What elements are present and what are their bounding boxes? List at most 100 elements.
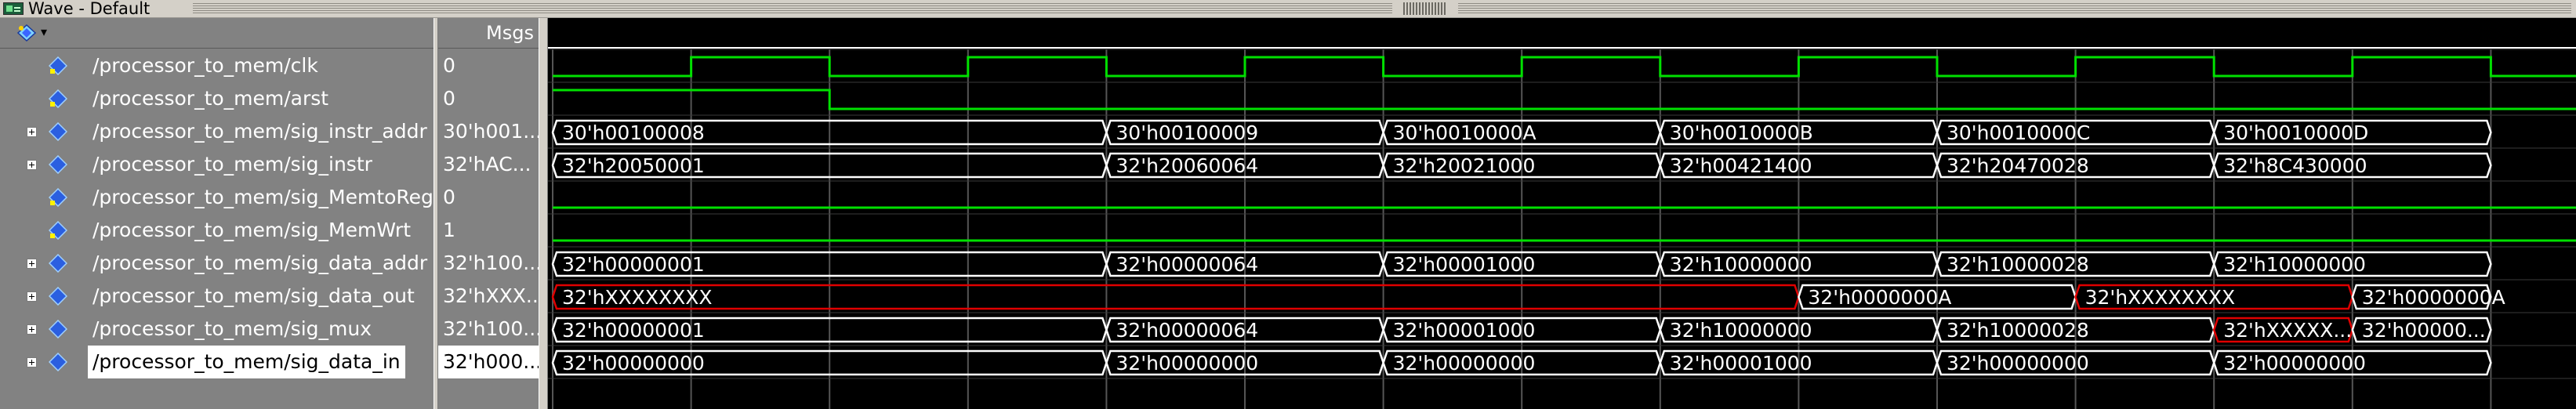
signal-name[interactable]: /processor_to_mem/sig_data_out bbox=[93, 280, 415, 313]
signal-row[interactable]: /processor_to_mem/clk bbox=[0, 49, 434, 82]
sig_mux-segment-label: 32'h00000001 bbox=[562, 319, 705, 342]
sig_data_addr-segment-label: 32'h00000064 bbox=[1116, 253, 1258, 276]
sig_data_addr-segment-label: 32'h00000001 bbox=[562, 253, 705, 276]
signal-value: 32'h100... bbox=[443, 252, 539, 274]
signal-row[interactable]: /processor_to_mem/sig_mux bbox=[0, 313, 434, 346]
arst-wave bbox=[553, 89, 2576, 110]
signal-bus-icon bbox=[49, 320, 67, 338]
clk-wave bbox=[553, 56, 2576, 78]
value-wave-divider[interactable] bbox=[539, 18, 548, 409]
signal-bit-icon bbox=[49, 188, 67, 207]
signal-bus-icon bbox=[49, 122, 67, 141]
expand-plus-icon[interactable] bbox=[27, 160, 37, 170]
signal-name[interactable]: /processor_to_mem/sig_MemWrt bbox=[93, 214, 411, 247]
sig_mux-segment-label: 32'h00001000 bbox=[1393, 319, 1536, 342]
signal-row[interactable]: /processor_to_mem/sig_data_out bbox=[0, 280, 434, 313]
sig_data_in-segment-label: 32'h00000000 bbox=[562, 352, 705, 375]
sig_mux-segment-label: 32'h10000028 bbox=[1947, 319, 2089, 342]
sig_data_addr-segment-label: 32'h10000028 bbox=[1947, 253, 2089, 276]
signal-value: 32'h100... bbox=[443, 317, 539, 340]
sig_instr_addr-segment-label: 30'h0010000A bbox=[1393, 121, 1537, 144]
signal-value: 0 bbox=[443, 186, 455, 208]
waveform-pane[interactable]: 30'h00100008 30'h00100009 30'h0010000A 30'h… bbox=[548, 18, 2576, 409]
wave-window-icon bbox=[3, 2, 24, 15]
sig_data_in-segment-label: 32'h00000000 bbox=[1393, 352, 1536, 375]
sig_instr_addr-segment-label: 30'h0010000B bbox=[1670, 121, 1813, 144]
signal-name[interactable]: /processor_to_mem/sig_data_in bbox=[88, 346, 405, 378]
sig_instr-segment-label: 32'h20060064 bbox=[1116, 154, 1258, 177]
sig_instr-segment-label: 32'h20050001 bbox=[562, 154, 705, 177]
sig_data_out-segment bbox=[551, 284, 1800, 310]
MemWrt-wave bbox=[553, 239, 2576, 242]
sig_instr_addr-segment-label: 30'h00100009 bbox=[1116, 121, 1258, 144]
signal-value: 1 bbox=[443, 219, 455, 241]
sig_instr-segment-label: 32'h00421400 bbox=[1670, 154, 1812, 177]
signal-row[interactable]: /processor_to_mem/sig_MemtoReg bbox=[0, 181, 434, 214]
signal-name[interactable]: /processor_to_mem/sig_instr bbox=[93, 148, 372, 181]
wave-window: Wave - Default ▾ /processor_to_mem/clk/p… bbox=[0, 0, 2576, 409]
wave-diamond-icon[interactable] bbox=[17, 24, 36, 42]
sig_data_out-segment-label: 32'hXXXXXXXX bbox=[562, 286, 713, 309]
sig_instr_addr-segment-label: 30'h00100008 bbox=[562, 121, 705, 144]
sig_data_addr-segment-label: 32'h00001000 bbox=[1393, 253, 1536, 276]
drag-grip-left[interactable] bbox=[193, 3, 1392, 14]
signal-value: 0 bbox=[443, 54, 455, 77]
drag-grip-right[interactable] bbox=[1458, 3, 2571, 14]
title-bar[interactable]: Wave - Default bbox=[0, 0, 2576, 18]
signal-name[interactable]: /processor_to_mem/clk bbox=[93, 49, 318, 82]
signal-value: 32'h000... bbox=[438, 346, 539, 378]
signal-value: 0 bbox=[443, 87, 455, 110]
signal-row[interactable]: /processor_to_mem/sig_instr_addr bbox=[0, 115, 434, 148]
sig_data_in-segment-label: 32'h00000000 bbox=[1947, 352, 2089, 375]
signal-bus-icon bbox=[49, 254, 67, 273]
expand-plus-icon[interactable] bbox=[27, 259, 37, 269]
sig_mux-segment-label: 32'h00000064 bbox=[1116, 319, 1258, 342]
signal-name-pane: ▾ /processor_to_mem/clk/processor_to_mem… bbox=[0, 18, 434, 409]
signal-name[interactable]: /processor_to_mem/sig_MemtoReg bbox=[93, 181, 434, 214]
sig_data_out-segment-label: 32'h0000000A bbox=[1808, 286, 1951, 309]
signal-name[interactable]: /processor_to_mem/sig_mux bbox=[93, 313, 372, 346]
sig_instr_addr-segment-label: 30'h0010000C bbox=[1947, 121, 2090, 144]
signal-name[interactable]: /processor_to_mem/arst bbox=[93, 82, 328, 115]
sig_instr-segment-label: 32'h8C430000 bbox=[2223, 154, 2367, 177]
expand-plus-icon[interactable] bbox=[27, 324, 37, 335]
msgs-column-label: Msgs bbox=[486, 22, 534, 44]
sig_instr-segment-label: 32'h20470028 bbox=[1947, 154, 2089, 177]
expand-plus-icon[interactable] bbox=[27, 127, 37, 137]
value-pane: Msgs 0 0 30'h001... 32'hAC... 0 1 32'h100... 32… bbox=[438, 18, 539, 409]
waveform-canvas[interactable]: 30'h00100008 30'h00100009 30'h0010000A 30'h… bbox=[548, 18, 2576, 409]
drag-grip-handle[interactable] bbox=[1403, 2, 1447, 15]
signal-name[interactable]: /processor_to_mem/sig_data_addr bbox=[93, 247, 427, 280]
signal-name[interactable]: /processor_to_mem/sig_instr_addr bbox=[93, 115, 427, 148]
sig_data_addr-segment-label: 32'h10000000 bbox=[2223, 253, 2366, 276]
sig_data_out-segment-label: 32'h0000000A bbox=[2362, 286, 2505, 309]
sig_data_in-segment-label: 32'h00000000 bbox=[1116, 352, 1258, 375]
signal-value: 30'h001... bbox=[443, 120, 539, 143]
sig_mux-segment-label: 32'h00000... bbox=[2362, 319, 2486, 342]
signal-bus-icon bbox=[49, 287, 67, 306]
signal-row[interactable]: /processor_to_mem/sig_data_addr bbox=[0, 247, 434, 280]
sig_data_out-segment-label: 32'hXXXXXXXX bbox=[2085, 286, 2236, 309]
signal-bit-icon bbox=[49, 56, 67, 75]
expand-plus-icon[interactable] bbox=[27, 291, 37, 302]
sig_instr-segment-label: 32'h20021000 bbox=[1393, 154, 1536, 177]
signal-value: 32'hAC... bbox=[443, 153, 532, 176]
value-pane-header: Msgs bbox=[438, 18, 539, 49]
signal-row[interactable]: /processor_to_mem/sig_data_in bbox=[0, 346, 434, 378]
signal-bus-icon bbox=[49, 155, 67, 174]
sig_data_in-segment-label: 32'h00001000 bbox=[1670, 352, 1812, 375]
expand-plus-icon[interactable] bbox=[27, 357, 37, 367]
sig_data_in-segment-label: 32'h00000000 bbox=[2223, 352, 2366, 375]
signal-bit-icon bbox=[49, 221, 67, 240]
dropdown-arrow-icon[interactable]: ▾ bbox=[41, 26, 52, 38]
sig_mux-segment-label: 32'hXXXXX... bbox=[2223, 319, 2352, 342]
signal-bit-icon bbox=[49, 89, 67, 108]
sig_mux-segment-label: 32'h10000000 bbox=[1670, 319, 1812, 342]
sig_data_addr-segment-label: 32'h10000000 bbox=[1670, 253, 1812, 276]
sig_instr_addr-segment-label: 30'h0010000D bbox=[2223, 121, 2368, 144]
signal-row[interactable]: /processor_to_mem/arst bbox=[0, 82, 434, 115]
signal-bus-icon bbox=[49, 353, 67, 371]
signal-row[interactable]: /processor_to_mem/sig_MemWrt bbox=[0, 214, 434, 247]
name-pane-header: ▾ bbox=[0, 18, 434, 49]
signal-row[interactable]: /processor_to_mem/sig_instr bbox=[0, 148, 434, 181]
